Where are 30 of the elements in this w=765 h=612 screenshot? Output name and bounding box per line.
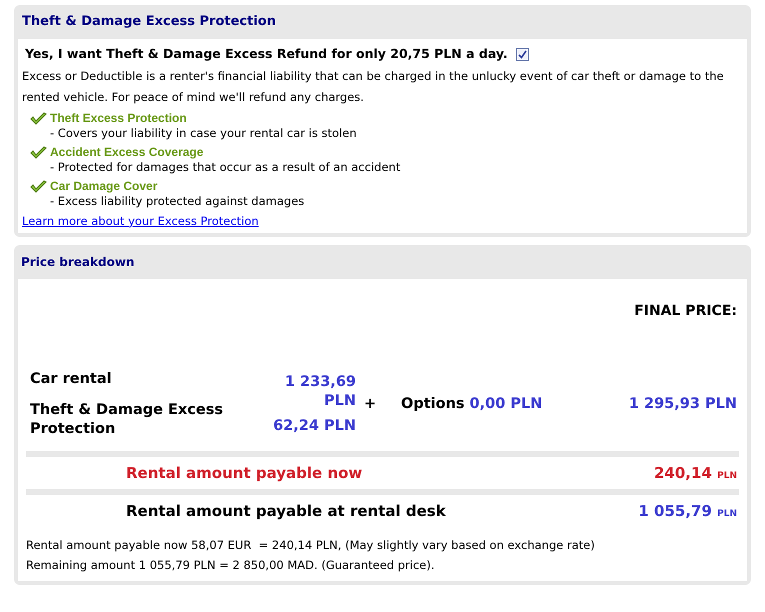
payable-amount: 240,14 PLN (654, 462, 737, 484)
benefit-description: - Excess liability protected against damages (50, 194, 304, 209)
checkmark-icon (30, 112, 47, 125)
final-price-label: FINAL PRICE: (634, 302, 737, 321)
benefit-title: Accident Excess Coverage (50, 144, 204, 160)
note-text: Remaining amount 1 055,79 PLN = 2 850,00 MAD. (Guaranteed price). (26, 557, 436, 574)
checkmark-icon (30, 146, 47, 159)
payable-label: Rental amount payable now (126, 462, 362, 484)
final-price-value: 1 295,93 PLN (628, 394, 738, 414)
price-item-label: Theft & Damage Excess Protection (30, 401, 224, 439)
plus-sign: + (364, 396, 376, 412)
price-item-value: 1 233,69 PLN (284, 373, 356, 411)
price-item-value: 62,24 PLN (272, 417, 356, 436)
benefit-title: Car Damage Cover (50, 178, 158, 194)
payable-label: Rental amount payable at rental desk (126, 500, 446, 522)
price-item-label: Car rental (30, 370, 113, 389)
offer-checkbox[interactable] (516, 48, 529, 61)
payable-amount: 1 055,79 PLN (638, 500, 737, 522)
benefit-description: - Protected for damages that occur as a result of an accident (50, 160, 400, 175)
checkmark-icon (30, 180, 47, 193)
options-label: Options (401, 394, 465, 414)
panel-title: Theft & Damage Excess Protection (21, 13, 277, 31)
panel-title: Price breakdown (20, 254, 136, 271)
note-text: Rental amount payable now 58,07 EUR = 240,14 PLN, (May slightly vary based on exchange rate) (26, 537, 596, 554)
benefit-description: - Covers your liability in case your rental car is stolen (50, 126, 357, 141)
benefit-title: Theft Excess Protection (50, 110, 188, 126)
offer-text: Yes, I want Theft & Damage Excess Refund for only 20,75 PLN a day. (25, 45, 508, 63)
learn-more-link[interactable]: Learn more about your Excess Protection (22, 212, 259, 230)
options-value: 0,00 PLN (470, 394, 542, 414)
description-text: Excess or Deductible is a renter's financial liability that can be charged in the unlucky event of car theft or damage to the rented vehicle. For peace of mind we'll refund any charges. (22, 68, 725, 106)
